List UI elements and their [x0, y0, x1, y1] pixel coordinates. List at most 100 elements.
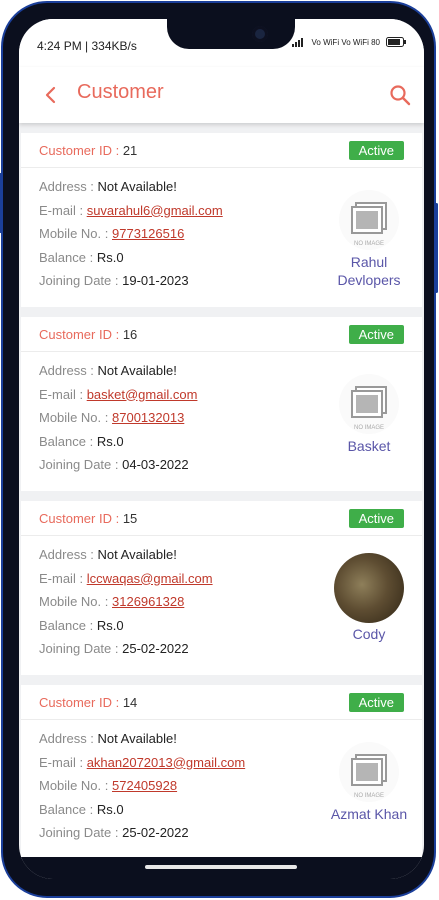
no-image-icon: NO IMAGE: [338, 189, 400, 251]
customer-id: Customer ID : 15: [39, 511, 137, 526]
email-label: E-mail :: [39, 386, 84, 402]
joining-row: Joining Date : 25-02-2022: [39, 641, 213, 665]
customer-list: Customer ID : 21 Active Address : Not Av…: [19, 123, 424, 879]
address-row: Address : Not Available!: [39, 547, 213, 571]
home-indicator[interactable]: [145, 865, 297, 869]
customer-id-value: 15: [122, 511, 138, 526]
balance-value: Rs.0: [96, 433, 124, 449]
balance-value: Rs.0: [96, 249, 124, 265]
signal-icon: [291, 38, 303, 47]
mobile-link[interactable]: 572405928: [112, 778, 177, 793]
mobile-label: Mobile No. :: [39, 594, 109, 609]
customer-details: Address : Not Available! E-mail : lccwaq…: [39, 547, 213, 665]
mobile-row: Mobile No. : 9773126516: [39, 226, 223, 250]
status-indicators: Vo WiFi Vo WiFi 80: [291, 37, 406, 47]
status-badge: Active: [348, 325, 404, 344]
no-image-text: NO IMAGE: [353, 425, 384, 431]
email-row: E-mail : akhan2072013@gmail.com: [39, 755, 245, 779]
address-row: Address : Not Available!: [39, 179, 223, 203]
joining-label: Joining Date :: [39, 273, 119, 288]
card-header: Customer ID : 16 Active: [21, 317, 422, 352]
balance-row: Balance : Rs.0: [39, 618, 213, 642]
customer-photo: [334, 553, 404, 623]
customer-id: Customer ID : 21: [39, 143, 137, 158]
battery-icon: [386, 37, 406, 47]
card-header: Customer ID : 15 Active: [21, 501, 422, 536]
customer-details: Address : Not Available! E-mail : akhan2…: [39, 731, 245, 849]
joining-value: 25-02-2022: [122, 641, 189, 656]
customer-card[interactable]: Customer ID : 15 Active Address : Not Av…: [21, 501, 422, 675]
gesture-bar: [19, 857, 424, 879]
avatar-block: NO IMAGE Basket: [330, 373, 408, 455]
mobile-label: Mobile No. :: [39, 226, 109, 241]
customer-id: Customer ID : 16: [39, 327, 137, 342]
no-image-text: NO IMAGE: [353, 793, 384, 799]
address-row: Address : Not Available!: [39, 363, 197, 387]
joining-row: Joining Date : 19-01-2023: [39, 273, 223, 297]
mobile-row: Mobile No. : 3126961328: [39, 594, 213, 618]
customer-id-label: Customer ID :: [39, 327, 120, 342]
balance-label: Balance :: [39, 801, 94, 817]
customer-card[interactable]: Customer ID : 21 Active Address : Not Av…: [21, 133, 422, 307]
email-label: E-mail :: [39, 754, 84, 770]
joining-value: 19-01-2023: [122, 273, 189, 288]
customer-card[interactable]: Customer ID : 16 Active Address : Not Av…: [21, 317, 422, 491]
balance-row: Balance : Rs.0: [39, 802, 245, 826]
phone-side-button: [435, 203, 438, 293]
customer-details: Address : Not Available! E-mail : basket…: [39, 363, 197, 481]
app-bar: Customer: [19, 67, 424, 123]
avatar-block: NO IMAGE Rahul Devlopers: [330, 189, 408, 289]
address-value: Not Available!: [97, 179, 177, 194]
customer-id-label: Customer ID :: [39, 511, 120, 526]
mobile-link[interactable]: 9773126516: [112, 226, 184, 241]
customer-id-value: 14: [122, 695, 138, 710]
back-arrow-icon[interactable]: [39, 83, 63, 107]
email-link[interactable]: akhan2072013@gmail.com: [87, 755, 245, 770]
address-value: Not Available!: [97, 363, 177, 378]
email-label: E-mail :: [39, 202, 84, 218]
mobile-link[interactable]: 3126961328: [112, 594, 184, 609]
email-label: E-mail :: [39, 570, 84, 586]
search-icon[interactable]: [388, 83, 412, 107]
avatar-block: NO IMAGE Azmat Khan: [330, 741, 408, 823]
customer-id-label: Customer ID :: [39, 695, 120, 710]
balance-row: Balance : Rs.0: [39, 250, 223, 274]
mobile-link[interactable]: 8700132013: [112, 410, 184, 425]
no-image-text: NO IMAGE: [353, 241, 384, 247]
status-right-text: Vo WiFi Vo WiFi 80: [311, 37, 380, 47]
joining-row: Joining Date : 25-02-2022: [39, 825, 245, 849]
email-link[interactable]: lccwaqas@gmail.com: [87, 571, 213, 586]
screen: 4:24 PM | 334KB/s Vo WiFi Vo WiFi 80 Cus…: [19, 19, 424, 879]
balance-label: Balance :: [39, 617, 94, 633]
no-image-icon: NO IMAGE: [338, 741, 400, 803]
no-image-icon: NO IMAGE: [338, 373, 400, 435]
email-row: E-mail : lccwaqas@gmail.com: [39, 571, 213, 595]
customer-id-label: Customer ID :: [39, 143, 120, 158]
balance-row: Balance : Rs.0: [39, 434, 197, 458]
joining-label: Joining Date :: [39, 457, 119, 472]
status-badge: Active: [348, 509, 404, 528]
customer-name: Rahul Devlopers: [337, 254, 401, 288]
phone-side-button: [0, 173, 2, 233]
status-time: 4:24 PM | 334KB/s: [37, 39, 137, 53]
customer-name: Azmat Khan: [330, 806, 408, 822]
email-row: E-mail : suvarahul6@gmail.com: [39, 203, 223, 227]
balance-value: Rs.0: [96, 801, 124, 817]
mobile-label: Mobile No. :: [39, 778, 109, 793]
customer-card[interactable]: Customer ID : 14 Active Address : Not Av…: [21, 685, 422, 859]
address-label: Address :: [39, 363, 94, 378]
email-row: E-mail : basket@gmail.com: [39, 387, 197, 411]
balance-value: Rs.0: [96, 617, 124, 633]
phone-frame: 4:24 PM | 334KB/s Vo WiFi Vo WiFi 80 Cus…: [0, 1, 438, 898]
email-link[interactable]: suvarahul6@gmail.com: [87, 203, 223, 218]
joining-row: Joining Date : 04-03-2022: [39, 457, 197, 481]
customer-id-value: 21: [122, 143, 138, 158]
mobile-label: Mobile No. :: [39, 410, 109, 425]
joining-label: Joining Date :: [39, 825, 119, 840]
mobile-row: Mobile No. : 8700132013: [39, 410, 197, 434]
customer-id-value: 16: [122, 327, 138, 342]
customer-details: Address : Not Available! E-mail : suvara…: [39, 179, 223, 297]
balance-label: Balance :: [39, 249, 94, 265]
address-label: Address :: [39, 547, 94, 562]
email-link[interactable]: basket@gmail.com: [87, 387, 198, 402]
